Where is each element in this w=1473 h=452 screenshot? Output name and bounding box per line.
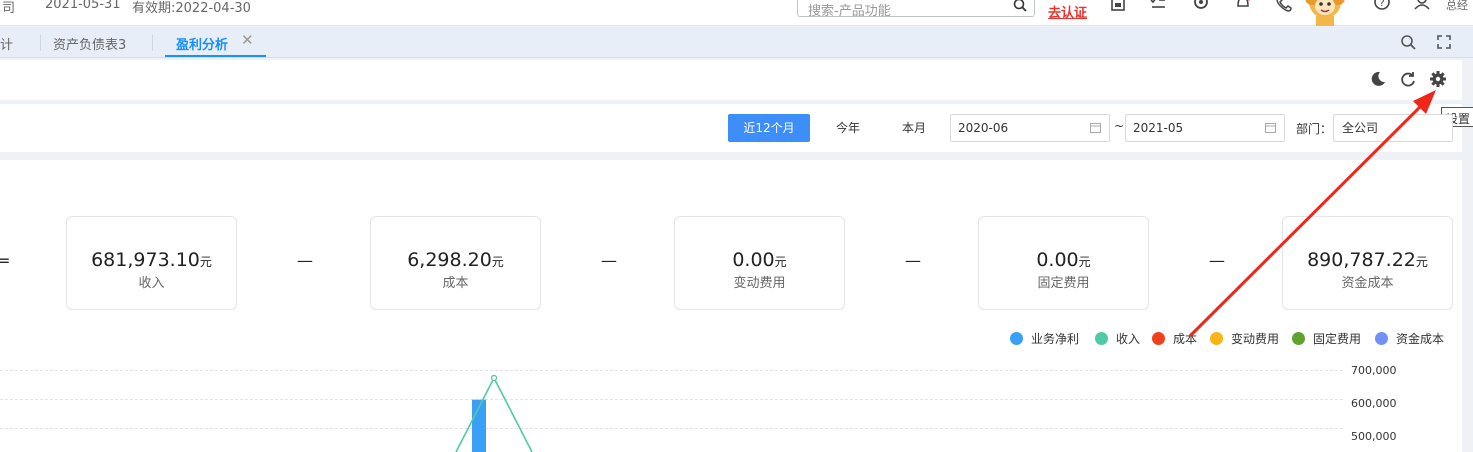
minus-sign: — (905, 251, 921, 270)
capital-cost-value: 890,787.22 (1307, 249, 1416, 271)
bell-icon[interactable] (1233, 0, 1253, 14)
fixed-expense-card: 0.00元 固定费用 (978, 216, 1149, 310)
equals-sign: = (0, 251, 11, 270)
department-value: 全公司 (1342, 121, 1379, 135)
active-tab-indicator (165, 55, 266, 57)
minus-sign: — (601, 251, 617, 270)
fixed-expense-value: 0.00 (1036, 249, 1079, 271)
legend-item-capital-cost[interactable]: 资金成本 (1375, 330, 1444, 347)
income-card: 681,973.10元 收入 (66, 216, 237, 310)
calendar-icon (1265, 123, 1276, 133)
legend-dot (1210, 332, 1223, 345)
variable-expense-value: 0.00 (732, 249, 775, 271)
user-icon[interactable] (1412, 0, 1432, 14)
verify-link[interactable]: 去认证 (1048, 2, 1087, 21)
current-date: 2021-05-31 (45, 0, 121, 12)
department-label: 部门： (1296, 122, 1333, 136)
mascot-avatar[interactable] (1302, 0, 1348, 26)
save-icon[interactable] (1108, 0, 1128, 14)
variable-expense-card: 0.00元 变动费用 (674, 216, 845, 310)
search-input[interactable]: 搜索-产品功能 (797, 0, 1035, 19)
income-value: 681,973.10 (91, 249, 200, 271)
date-to-value: 2021-05 (1133, 121, 1184, 135)
legend-dot (1292, 332, 1305, 345)
phone-icon[interactable] (1274, 0, 1294, 14)
unit-label: 元 (774, 255, 787, 269)
legend-item-variable-expense[interactable]: 变动费用 (1210, 330, 1279, 347)
date-from-input[interactable]: 2020-06 (950, 114, 1110, 142)
legend-dot (1095, 332, 1108, 345)
point-income[interactable] (490, 374, 498, 382)
tab-bar: 计 资产负债表3 盈利分析 ✕ (0, 27, 1473, 58)
capital-cost-card: 890,787.22元 资金成本 (1282, 216, 1453, 310)
date-to-input[interactable]: 2021-05 (1125, 114, 1285, 142)
checklist-icon[interactable] (1148, 0, 1168, 14)
toolbar-panel (0, 60, 1462, 100)
legend-label: 固定费用 (1313, 332, 1362, 346)
validity-date: 有效期:2022-04-30 (132, 1, 251, 16)
tab-partial[interactable]: 计 (0, 34, 13, 53)
legend-label: 成本 (1173, 332, 1198, 346)
help-icon[interactable]: ? (1372, 0, 1392, 14)
settings-gear-top-icon[interactable] (1191, 0, 1211, 14)
refresh-icon[interactable] (1399, 70, 1417, 88)
legend-dot (1375, 332, 1388, 345)
top-bar: 司 2021-05-31 有效期:2022-04-30 搜索-产品功能 去认证 … (0, 0, 1473, 26)
fixed-expense-label: 固定费用 (1037, 276, 1090, 291)
tab-search-icon[interactable] (1397, 31, 1419, 53)
fullscreen-icon[interactable] (1433, 31, 1455, 53)
search-placeholder: 搜索-产品功能 (808, 4, 891, 19)
minus-sign: — (1209, 251, 1225, 270)
legend-item-net-profit[interactable]: 业务净利 (1010, 330, 1079, 347)
date-from-value: 2020-06 (958, 121, 1009, 135)
user-name[interactable]: 总经 (1446, 0, 1468, 13)
y-tick-label: 500,000 (1351, 430, 1397, 443)
search-icon[interactable] (1013, 0, 1027, 12)
unit-label: 元 (491, 255, 504, 269)
capital-cost-label: 资金成本 (1341, 276, 1394, 291)
legend-item-income[interactable]: 收入 (1095, 330, 1140, 347)
legend-label: 业务净利 (1031, 332, 1080, 346)
last-12-months-button[interactable]: 近12个月 (728, 114, 810, 142)
legend-label: 收入 (1116, 332, 1141, 346)
legend-item-fixed-expense[interactable]: 固定费用 (1292, 330, 1361, 347)
profit-chart (455, 374, 533, 452)
chart-legend: 业务净利 收入 成本 变动费用 固定费用 资金成本 (0, 330, 1473, 346)
legend-label: 变动费用 (1231, 332, 1280, 346)
variable-expense-label: 变动费用 (733, 276, 786, 291)
tab-divider (152, 35, 153, 51)
tab-divider (40, 35, 41, 51)
date-range-separator: ~ (1114, 119, 1125, 133)
this-year-button[interactable]: 今年 (826, 114, 870, 142)
this-month-button[interactable]: 本月 (892, 114, 936, 142)
night-mode-icon[interactable] (1369, 70, 1387, 88)
unit-label: 元 (1078, 255, 1091, 269)
cost-label: 成本 (442, 276, 469, 291)
unit-label: 元 (199, 255, 212, 269)
y-tick-label: 700,000 (1351, 364, 1397, 377)
legend-dot (1152, 332, 1165, 345)
minus-sign: — (297, 251, 313, 270)
legend-label: 资金成本 (1396, 332, 1445, 346)
legend-item-cost[interactable]: 成本 (1152, 330, 1197, 347)
company-name: 司 (2, 1, 16, 16)
tab-profit-analysis[interactable]: 盈利分析 (176, 34, 228, 53)
department-select[interactable]: 全公司 (1333, 114, 1453, 142)
svg-text:?: ? (1379, 0, 1384, 9)
legend-dot (1010, 332, 1023, 345)
tab-balance-sheet[interactable]: 资产负债表3 (53, 34, 126, 53)
y-tick-label: 600,000 (1351, 397, 1397, 410)
close-icon[interactable]: ✕ (241, 31, 254, 49)
gear-icon[interactable] (1429, 70, 1447, 88)
income-label: 收入 (138, 276, 165, 291)
line-income (455, 376, 533, 452)
unit-label: 元 (1415, 255, 1428, 269)
calendar-icon (1090, 123, 1101, 133)
cost-value: 6,298.20 (407, 249, 492, 271)
cost-card: 6,298.20元 成本 (370, 216, 541, 310)
